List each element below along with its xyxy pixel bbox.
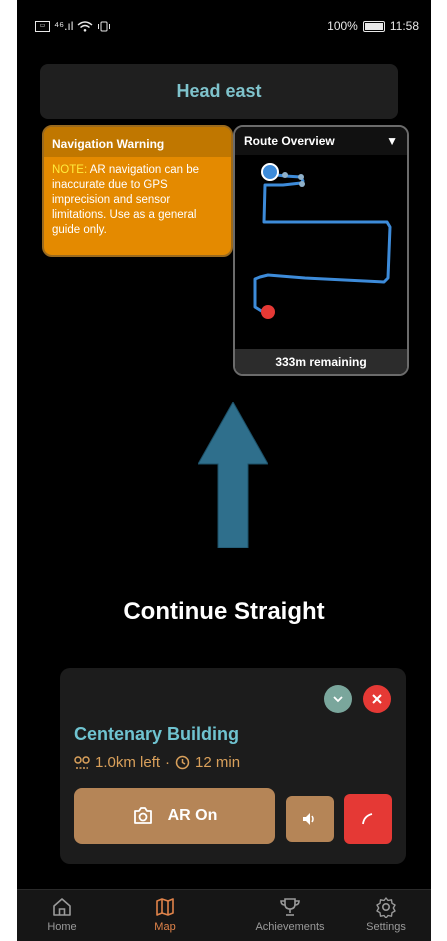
turn-instruction: Continue Straight: [123, 598, 325, 625]
status-left: ▭ ⁴⁶.ıl: [35, 19, 111, 33]
map-icon: [156, 898, 174, 916]
destination-marker: [261, 305, 275, 319]
warning-title: Navigation Warning: [44, 127, 231, 157]
nav-item-map[interactable]: Map: [120, 890, 210, 941]
route-waypoint: [299, 181, 305, 187]
ar-toggle-button[interactable]: AR On: [74, 788, 275, 844]
collapse-button[interactable]: [324, 685, 352, 713]
collapse-triangle-icon[interactable]: ▼: [386, 134, 398, 148]
battery-percent: 100%: [327, 19, 358, 33]
navigation-warning-card: Navigation Warning NOTE: AR navigation c…: [42, 125, 233, 257]
direction-arrow-icon: [198, 402, 268, 548]
time-estimate: 12 min: [195, 754, 241, 771]
route-waypoint: [298, 174, 304, 180]
warning-body: NOTE: AR navigation can be inaccurate du…: [44, 157, 231, 244]
route-overview-title: Route Overview: [244, 134, 335, 148]
close-navigation-button[interactable]: [363, 685, 391, 713]
app-screen: ▭ ⁴⁶.ıl 100% 11:58 Head east Navigation …: [17, 0, 431, 941]
route-path-svg: [253, 163, 392, 319]
ar-label: AR On: [167, 807, 218, 824]
meta-separator: ·: [165, 754, 171, 771]
home-icon: [53, 898, 71, 916]
status-right: 100% 11:58: [327, 19, 419, 33]
nav-item-settings[interactable]: Settings: [341, 890, 431, 941]
bottom-navigation: Home Map Achievements Settings: [17, 889, 431, 941]
route-overview-card[interactable]: Route Overview ▼ 333m remaining: [233, 125, 409, 376]
sim-icon: ▭: [35, 20, 50, 32]
camera-icon: [133, 807, 152, 824]
nav-item-achievements[interactable]: Achievements: [245, 890, 335, 941]
nav-label-map: Map: [154, 921, 176, 933]
nav-label-home: Home: [47, 921, 77, 933]
destination-name: Centenary Building: [74, 724, 240, 744]
loading-spinner-icon: [362, 813, 373, 825]
chevron-down-icon: [333, 695, 343, 702]
route-pins-icon: [74, 755, 90, 769]
network-indicator: ⁴⁶.ıl: [54, 19, 74, 33]
clock: 11:58: [389, 19, 419, 33]
gear-icon: [376, 897, 396, 918]
distance-left: 1.0km left: [95, 754, 161, 771]
sound-toggle-button[interactable]: [286, 796, 334, 842]
route-path: [253, 172, 392, 314]
nav-item-home[interactable]: Home: [17, 890, 107, 941]
destination-card: Centenary Building 1.0km left · 12 min A…: [60, 668, 406, 864]
battery-icon: [362, 20, 385, 32]
route-waypoint: [282, 172, 288, 178]
wifi-icon: [77, 20, 93, 32]
remaining-distance: 333m remaining: [235, 349, 407, 374]
route-overview-header[interactable]: Route Overview ▼: [235, 127, 407, 155]
heading-banner: Head east: [40, 64, 398, 119]
warning-note-label: NOTE:: [52, 164, 88, 176]
speaker-icon: [303, 813, 314, 825]
nav-label-achievements: Achievements: [255, 921, 325, 933]
nav-label-settings: Settings: [366, 921, 406, 933]
route-map[interactable]: [235, 155, 407, 349]
clock-icon: [175, 755, 190, 770]
close-icon: [372, 694, 382, 704]
heading-text: Head east: [176, 81, 262, 101]
trophy-icon: [280, 898, 300, 916]
current-location-marker: [261, 163, 279, 181]
status-bar: ▭ ⁴⁶.ıl 100% 11:58: [17, 0, 431, 52]
end-navigation-button[interactable]: [344, 794, 392, 844]
vibrate-icon: [98, 21, 111, 31]
destination-meta: 1.0km left · 12 min: [74, 754, 240, 771]
